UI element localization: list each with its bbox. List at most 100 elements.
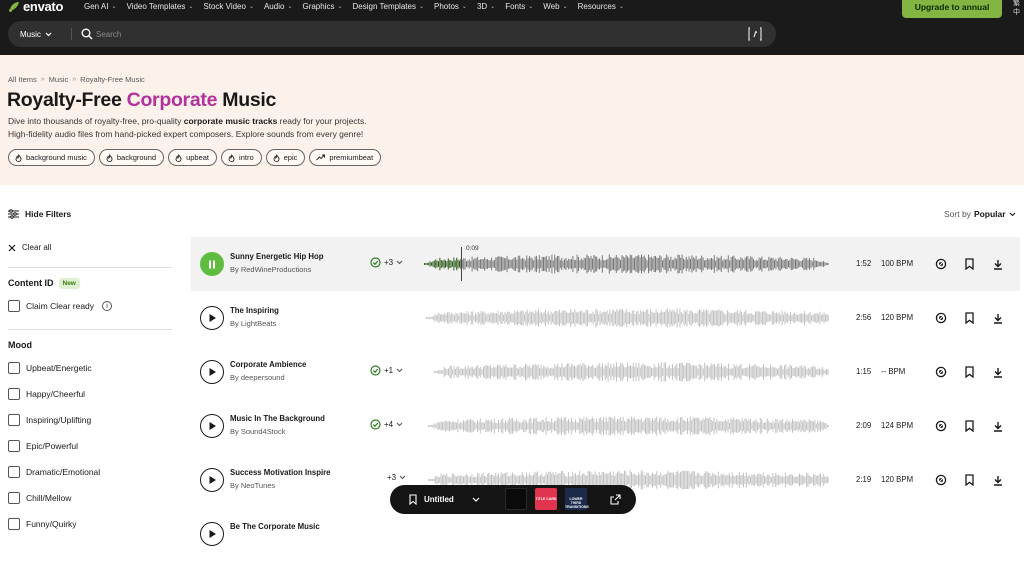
track-row[interactable]: Be The Corporate Music (191, 507, 1020, 561)
mood-checkbox[interactable] (8, 414, 20, 426)
download-button[interactable] (993, 365, 1003, 383)
track-author[interactable]: By NeoTunes (230, 481, 275, 490)
claim-clear-checkbox[interactable] (8, 300, 20, 312)
close-icon (8, 244, 16, 252)
waveform[interactable] (424, 304, 829, 332)
breadcrumb-all-items[interactable]: All Items (8, 75, 37, 84)
nav-item-graphics[interactable]: Graphics⌄ (302, 2, 342, 11)
claim-clear-checkbox-row[interactable]: Claim Clear ready i (8, 300, 112, 312)
sort-dropdown[interactable]: Sort by Popular (944, 209, 1016, 219)
download-button[interactable] (993, 419, 1003, 437)
chevron-down-icon: ⌄ (619, 3, 624, 10)
open-external-icon[interactable] (610, 494, 621, 505)
track-author[interactable]: By Sound4Stock (230, 427, 285, 436)
find-similar-button[interactable] (935, 473, 947, 491)
track-author[interactable]: By RedWineProductions (230, 265, 311, 274)
search-input[interactable] (96, 26, 696, 42)
info-icon[interactable]: i (102, 301, 112, 311)
track-row[interactable]: The InspiringBy LightBeats2:56120 BPM (191, 291, 1020, 345)
mood-checkbox[interactable] (8, 518, 20, 530)
tag-intro[interactable]: intro (221, 149, 262, 166)
play-button[interactable] (200, 468, 224, 492)
pause-button[interactable] (200, 252, 224, 276)
nav-item-3d[interactable]: 3D⌄ (477, 2, 495, 11)
bookmark-button[interactable] (965, 365, 974, 383)
tag-premiumbeat[interactable]: premiumbeat (309, 149, 381, 166)
variants-toggle[interactable]: +1 (370, 365, 403, 376)
bookmark-button[interactable] (965, 257, 974, 275)
tag-epic[interactable]: epic (266, 149, 306, 166)
language-switcher[interactable]: 繁中 (1013, 0, 1020, 17)
breadcrumb-music[interactable]: Music (49, 75, 69, 84)
bookmark-button[interactable] (965, 311, 974, 329)
download-button[interactable] (993, 311, 1003, 329)
tag-background-music[interactable]: background music (8, 149, 95, 166)
mood-option-epic-powerful[interactable]: Epic/Powerful (8, 440, 78, 452)
collection-thumbnail[interactable]: TITLE CARD (535, 488, 557, 510)
upgrade-button[interactable]: Upgrade to annual (902, 0, 1002, 18)
variants-toggle[interactable]: +3 (387, 473, 406, 482)
bookmark-button[interactable] (965, 419, 974, 437)
mood-checkbox[interactable] (8, 440, 20, 452)
track-title[interactable]: The Inspiring (230, 306, 279, 315)
search-icon (81, 28, 93, 40)
find-similar-button[interactable] (935, 419, 947, 437)
tag-background[interactable]: background (99, 149, 164, 166)
waveform[interactable] (424, 358, 829, 386)
nav-item-resources[interactable]: Resources⌄ (578, 2, 624, 11)
ai-search-icon[interactable] (748, 27, 762, 41)
mood-checkbox[interactable] (8, 388, 20, 400)
play-button[interactable] (200, 414, 224, 438)
mood-checkbox[interactable] (8, 362, 20, 374)
play-button[interactable] (200, 522, 224, 546)
nav-item-audio[interactable]: Audio⌄ (264, 2, 293, 11)
track-title[interactable]: Be The Corporate Music (230, 522, 320, 531)
variants-toggle[interactable]: +4 (370, 419, 403, 430)
track-title[interactable]: Success Motivation Inspire (230, 468, 331, 477)
collection-name[interactable]: Untitled (424, 485, 454, 514)
nav-item-gen-ai[interactable]: Gen AI⌄ (84, 2, 117, 11)
nav-item-fonts[interactable]: Fonts⌄ (505, 2, 533, 11)
mood-checkbox[interactable] (8, 466, 20, 478)
track-title[interactable]: Corporate Ambience (230, 360, 306, 369)
nav-item-video-templates[interactable]: Video Templates⌄ (127, 2, 194, 11)
download-button[interactable] (993, 473, 1003, 491)
mood-option-chill-mellow[interactable]: Chill/Mellow (8, 492, 71, 504)
find-similar-button[interactable] (935, 311, 947, 329)
mood-option-upbeat-energetic[interactable]: Upbeat/Energetic (8, 362, 92, 374)
clear-all-button[interactable]: Clear all (8, 243, 51, 252)
tag-upbeat[interactable]: upbeat (168, 149, 217, 166)
mood-checkbox[interactable] (8, 492, 20, 504)
download-button[interactable] (993, 257, 1003, 275)
hide-filters-button[interactable]: Hide Filters (8, 209, 71, 219)
track-row[interactable]: Sunny Energetic Hip Hop By RedWineProduct… (191, 237, 1020, 291)
nav-item-photos[interactable]: Photos⌄ (434, 2, 467, 11)
content-id-icon (370, 257, 381, 268)
variants-toggle[interactable]: +3 (370, 257, 403, 268)
track-title[interactable]: Sunny Energetic Hip Hop (230, 252, 324, 261)
find-similar-button[interactable] (935, 365, 947, 383)
mood-option-funny-quirky[interactable]: Funny/Quirky (8, 518, 77, 530)
search-category-select[interactable]: Music (20, 21, 52, 47)
bookmark-button[interactable] (965, 473, 974, 491)
waveform[interactable] (424, 250, 829, 278)
play-button[interactable] (200, 306, 224, 330)
track-author[interactable]: By LightBeats (230, 319, 276, 328)
track-row[interactable]: Corporate AmbienceBy deepersound+11:15--… (191, 345, 1020, 399)
envato-logo[interactable]: envato (8, 0, 63, 12)
chevron-down-icon[interactable] (472, 497, 480, 502)
track-author[interactable]: By deepersound (230, 373, 285, 382)
collection-thumbnail[interactable]: LOWER THIRD TRANSITIONS (565, 488, 587, 510)
mood-option-dramatic-emotional[interactable]: Dramatic/Emotional (8, 466, 100, 478)
find-similar-button[interactable] (935, 257, 947, 275)
nav-item-design-templates[interactable]: Design Templates⌄ (353, 2, 424, 11)
track-row[interactable]: Music In The BackgroundBy Sound4Stock+42… (191, 399, 1020, 453)
track-title[interactable]: Music In The Background (230, 414, 325, 423)
mood-option-inspiring-uplifting[interactable]: Inspiring/Uplifting (8, 414, 91, 426)
nav-item-web[interactable]: Web⌄ (543, 2, 567, 11)
waveform[interactable] (424, 412, 829, 440)
play-button[interactable] (200, 360, 224, 384)
nav-item-stock-video[interactable]: Stock Video⌄ (203, 2, 254, 11)
collection-thumbnail[interactable] (505, 488, 527, 510)
mood-option-happy-cheerful[interactable]: Happy/Cheerful (8, 388, 85, 400)
